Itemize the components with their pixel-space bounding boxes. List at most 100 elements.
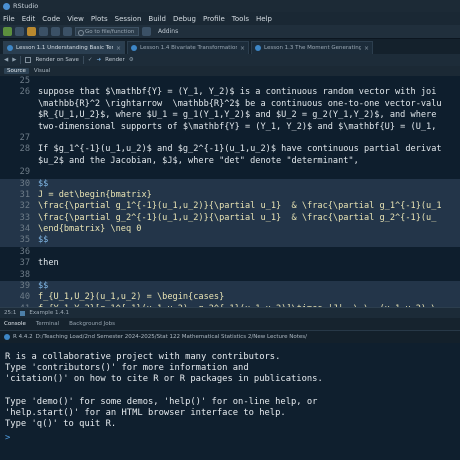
file-tab-lesson-1-4[interactable]: Lesson 1.4 Bivariate Transformation.qmd … — [127, 41, 249, 54]
editor-line[interactable]: 32 \frac{\partial g_1^{-1}(u_1,u_2)}{\par… — [0, 201, 460, 213]
menu-tools[interactable]: Tools — [232, 15, 249, 23]
close-icon[interactable]: × — [116, 45, 121, 52]
line-number: 40 — [19, 292, 30, 303]
main-toolbar: Go to file/function Addins — [0, 25, 460, 39]
render-on-save-label: Render on Save — [35, 57, 79, 63]
new-project-icon[interactable] — [15, 27, 24, 36]
cursor-position: 25:1 — [4, 310, 17, 316]
addins-button[interactable]: Addins — [158, 28, 178, 35]
editor-line[interactable]: 36 — [0, 247, 460, 258]
line-text: f_{U_1,U_2}(u_1,u_2) = \begin{cases} — [38, 292, 225, 303]
tab-background-jobs[interactable]: Background Jobs — [69, 321, 115, 327]
console-path-bar: R 4.4.2 D:/Teaching Load/2nd Semester 20… — [0, 331, 460, 343]
menu-plots[interactable]: Plots — [91, 15, 108, 23]
line-number: 28 — [19, 144, 30, 155]
tab-console[interactable]: Console — [4, 321, 26, 327]
title-bar: RStudio — [0, 0, 460, 12]
render-button[interactable]: Render — [105, 57, 125, 63]
render-on-save-checkbox[interactable] — [25, 57, 32, 63]
console-line: 'help.start()' for an HTML browser inter… — [5, 407, 286, 418]
editor-line[interactable]: 29 — [0, 167, 460, 178]
editor-line[interactable]: 30 $$ — [0, 178, 460, 190]
editor-line[interactable]: 38 — [0, 270, 460, 281]
spellcheck-icon[interactable]: ✓ — [88, 57, 93, 63]
line-number: 37 — [19, 258, 30, 269]
editor-line[interactable]: $u_2$ and the Jacobian, $J$, where "det"… — [0, 156, 460, 167]
working-directory[interactable]: D:/Teaching Load/2nd Semester 2024-2025/… — [36, 334, 307, 340]
editor-line[interactable]: 35 $$ — [0, 235, 460, 247]
tab-terminal[interactable]: Terminal — [36, 321, 59, 327]
line-text: then — [38, 258, 59, 269]
editor-line[interactable]: 26 suppose that $\mathbf{Y} = (Y_1, Y_2)$… — [0, 87, 460, 98]
console-prompt[interactable]: > — [5, 433, 460, 444]
editor-line[interactable]: 33 \frac{\partial g_2^{-1}(u_1,u_2)}{\par… — [0, 212, 460, 225]
close-icon[interactable]: × — [240, 45, 245, 52]
line-number: 30 — [19, 178, 30, 189]
file-tab-bar: Lesson 1.1 Understanding Basic Terms i..… — [0, 39, 460, 54]
editor-line[interactable]: 40 f_{U_1,U_2}(u_1,u_2) = \begin{cases} — [0, 292, 460, 304]
close-icon[interactable]: × — [364, 45, 369, 52]
editor-status-bar: 25:1 Example 1.4.1 — [0, 307, 460, 318]
console-line: Type 'contributors()' for more informati… — [5, 363, 249, 374]
line-number: 25 — [19, 76, 30, 86]
print-icon[interactable] — [63, 27, 72, 36]
rstudio-logo-icon — [3, 2, 10, 10]
menu-code[interactable]: Code — [42, 15, 60, 23]
r-file-icon — [255, 45, 261, 51]
line-number: 39 — [19, 281, 30, 292]
line-number: 31 — [19, 189, 30, 200]
new-file-icon[interactable] — [3, 27, 12, 36]
file-tab-label: Lesson 1.4 Bivariate Transformation.qmd — [140, 45, 237, 51]
grid-icon[interactable] — [142, 27, 151, 36]
line-text: $$ — [38, 235, 49, 246]
r-file-icon — [7, 45, 13, 51]
editor-line[interactable]: 34 \end{bmatrix} \neq 0 — [0, 224, 460, 236]
divider — [20, 56, 22, 64]
console-line: 'citation()' on how to cite R or R packa… — [5, 374, 323, 385]
file-tab-lesson-1-1[interactable]: Lesson 1.1 Understanding Basic Terms i..… — [3, 41, 125, 54]
console-line: Type 'demo()' for some demos, 'help()' f… — [5, 396, 318, 407]
back-arrow-icon[interactable]: ◀ — [4, 57, 8, 63]
line-text: suppose that $\mathbf{Y} = (Y_1, Y_2)$ i… — [38, 87, 437, 98]
editor-line[interactable]: 25 — [0, 76, 460, 87]
line-number: 32 — [19, 201, 30, 212]
code-editor[interactable]: 25 26 suppose that $\mathbf{Y} = (Y_1, Y_2… — [0, 76, 460, 307]
editor-toolbar: ◀ ▶ Render on Save ✓ ➜ Render ⚙ — [0, 54, 460, 66]
open-file-icon[interactable] — [27, 27, 36, 36]
editor-line[interactable]: 28 If $g_1^{-1}(u_1,u_2)$ and $g_2^{-1}(u… — [0, 144, 460, 155]
editor-line[interactable]: two-dimensional supports of $\mathbf{Y} … — [0, 122, 460, 133]
line-number: 26 — [19, 87, 30, 98]
line-text: $R_{U_1,U_2}$, where $U_1 = g_1(Y_1,Y_2)… — [38, 110, 437, 121]
menu-edit[interactable]: Edit — [22, 15, 36, 23]
save-icon[interactable] — [39, 27, 48, 36]
goto-file-input[interactable]: Go to file/function — [75, 27, 139, 36]
forward-arrow-icon[interactable]: ▶ — [12, 57, 16, 63]
line-text: \frac{\partial g_1^{-1}(u_1,u_2)}{\parti… — [38, 201, 442, 212]
menu-view[interactable]: View — [67, 15, 84, 23]
render-icon[interactable]: ➜ — [97, 57, 102, 63]
menu-profile[interactable]: Profile — [203, 15, 225, 23]
editor-line[interactable]: 39 $$ — [0, 281, 460, 293]
save-all-icon[interactable] — [51, 27, 60, 36]
tab-visual[interactable]: Visual — [31, 68, 53, 74]
line-text: $$ — [38, 281, 49, 292]
section-dropdown[interactable]: Example 1.4.1 — [29, 310, 69, 316]
console-output[interactable]: R is a collaborative project with many c… — [0, 343, 460, 460]
editor-line[interactable]: $R_{U_1,U_2}$, where $U_1 = g_1(Y_1,Y_2)… — [0, 110, 460, 121]
line-text: $$ — [38, 178, 49, 189]
editor-line[interactable]: 27 — [0, 133, 460, 144]
editor-line[interactable]: 37 then — [0, 258, 460, 269]
menu-help[interactable]: Help — [256, 15, 272, 23]
file-tab-lesson-1-3[interactable]: Lesson 1.3 The Moment Generating Fu... × — [251, 41, 373, 54]
menu-session[interactable]: Session — [115, 15, 142, 23]
editor-line[interactable]: \mathbb{R}^2 \rightarrow \mathbb{R}^2$ b… — [0, 99, 460, 110]
editor-line[interactable]: 31 J = det\begin{bmatrix} — [0, 189, 460, 202]
settings-gear-icon[interactable]: ⚙ — [129, 57, 134, 63]
menu-debug[interactable]: Debug — [173, 15, 196, 23]
section-icon — [20, 310, 26, 316]
menu-file[interactable]: File — [3, 15, 15, 23]
menu-build[interactable]: Build — [148, 15, 166, 23]
window-title: RStudio — [13, 2, 39, 10]
tab-source[interactable]: Source — [4, 68, 29, 74]
